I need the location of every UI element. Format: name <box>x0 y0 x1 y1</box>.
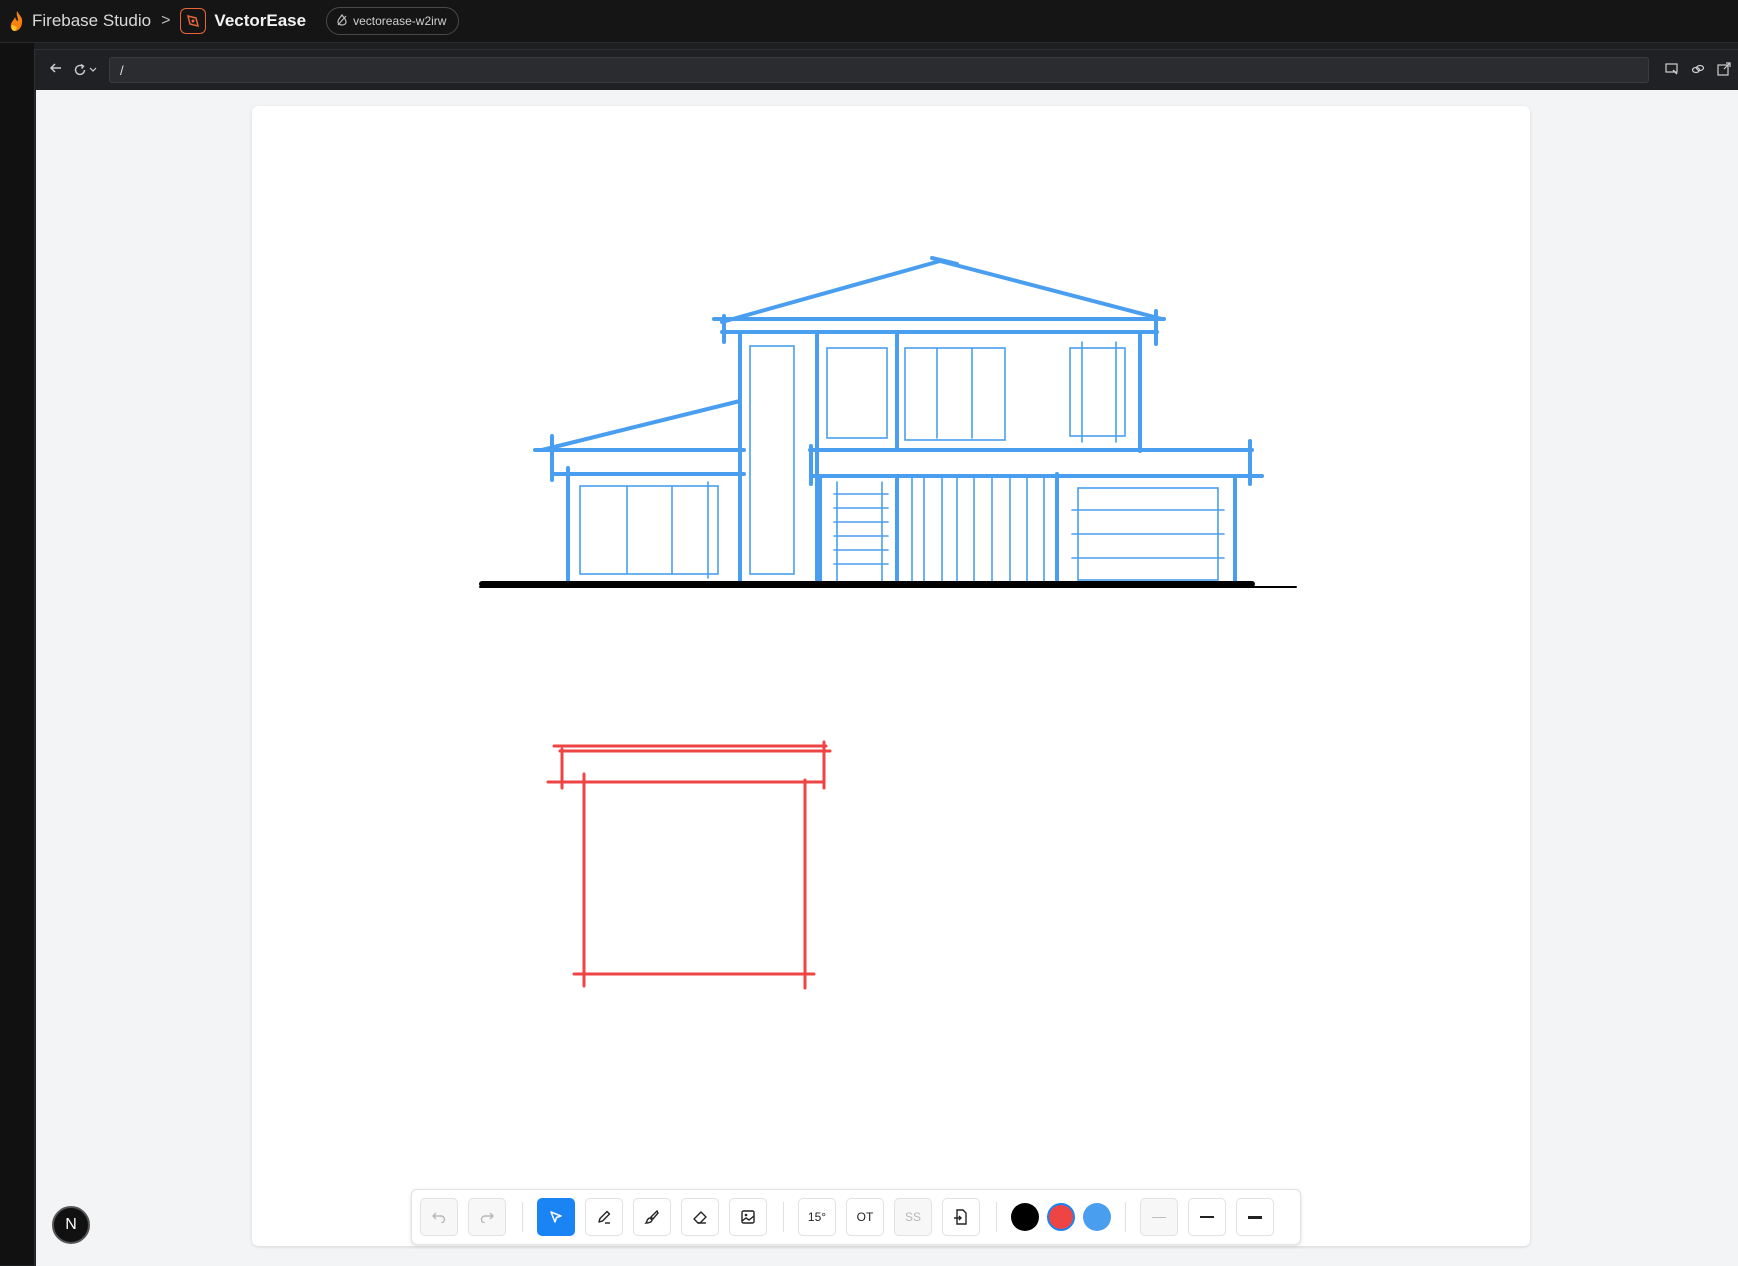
toolbar-divider <box>996 1202 997 1232</box>
breadcrumb-separator: > <box>161 12 171 29</box>
app-viewport <box>36 90 1738 1266</box>
ss-button[interactable]: SS <box>894 1198 932 1236</box>
drawing-canvas[interactable] <box>252 106 1530 1246</box>
stroke-thin-icon <box>1152 1216 1166 1218</box>
app-name[interactable]: VectorEase <box>214 11 306 31</box>
stroke-medium-icon <box>1200 1216 1214 1218</box>
chevron-down-icon <box>89 65 97 75</box>
vectorease-app-icon <box>180 8 207 34</box>
undo-icon <box>432 1212 446 1223</box>
file-export-icon <box>954 1209 967 1225</box>
red-box-sketch <box>546 740 832 990</box>
ground-line <box>479 581 1297 588</box>
left-strip <box>0 43 34 1265</box>
brush-icon <box>644 1209 659 1224</box>
snap-angle-button[interactable]: 15° <box>798 1198 836 1236</box>
stroke-medium-button[interactable] <box>1188 1198 1226 1236</box>
sketch-drawing <box>479 256 1297 990</box>
link-icon[interactable] <box>1685 62 1711 79</box>
pen-icon <box>598 1210 611 1224</box>
export-button[interactable] <box>942 1198 980 1236</box>
url-input[interactable] <box>109 57 1649 83</box>
redo-icon <box>480 1212 494 1223</box>
color-swatch-red[interactable] <box>1047 1203 1075 1231</box>
redo-button[interactable] <box>468 1198 506 1236</box>
open-external-icon[interactable] <box>1711 61 1737 79</box>
house-sketch <box>533 256 1264 588</box>
workspace-icon <box>336 13 348 29</box>
reload-icon <box>74 63 86 76</box>
eraser-icon <box>693 1211 707 1224</box>
ot-button[interactable]: OT <box>846 1198 884 1236</box>
toolbar-divider <box>1125 1202 1126 1232</box>
stroke-thin-button[interactable] <box>1140 1198 1178 1236</box>
stroke-thick-icon <box>1248 1215 1262 1219</box>
eraser-tool-button[interactable] <box>681 1198 719 1236</box>
reload-button[interactable] <box>73 63 107 77</box>
firebase-flame-icon <box>10 11 23 31</box>
toolbar-divider <box>783 1202 784 1232</box>
workspace-label: vectorease-w2irw <box>353 14 447 28</box>
color-swatch-blue[interactable] <box>1083 1203 1111 1231</box>
image-tool-button[interactable] <box>729 1198 767 1236</box>
inspect-icon[interactable] <box>1659 62 1685 79</box>
studio-brand[interactable]: Firebase Studio <box>10 11 151 31</box>
workspace-pill[interactable]: vectorease-w2irw <box>326 7 460 35</box>
browser-preview <box>34 49 1738 1266</box>
toolbar-divider <box>522 1202 523 1232</box>
brush-tool-button[interactable] <box>633 1198 671 1236</box>
studio-label: Firebase Studio <box>32 11 152 30</box>
url-bar-row <box>35 50 1738 90</box>
select-tool-button[interactable] <box>537 1198 575 1236</box>
undo-button[interactable] <box>420 1198 458 1236</box>
pen-tool-button[interactable] <box>585 1198 623 1236</box>
image-icon <box>741 1210 755 1224</box>
drawing-toolbar: 15° OT SS <box>411 1189 1301 1245</box>
cursor-arrow-icon <box>550 1211 562 1223</box>
next-dev-badge[interactable]: N <box>52 1206 90 1244</box>
stroke-thick-button[interactable] <box>1236 1198 1274 1236</box>
back-arrow-icon[interactable] <box>43 61 69 80</box>
top-bar: Firebase Studio > VectorEase vectorease-… <box>0 0 1738 43</box>
color-swatch-black[interactable] <box>1011 1203 1039 1231</box>
